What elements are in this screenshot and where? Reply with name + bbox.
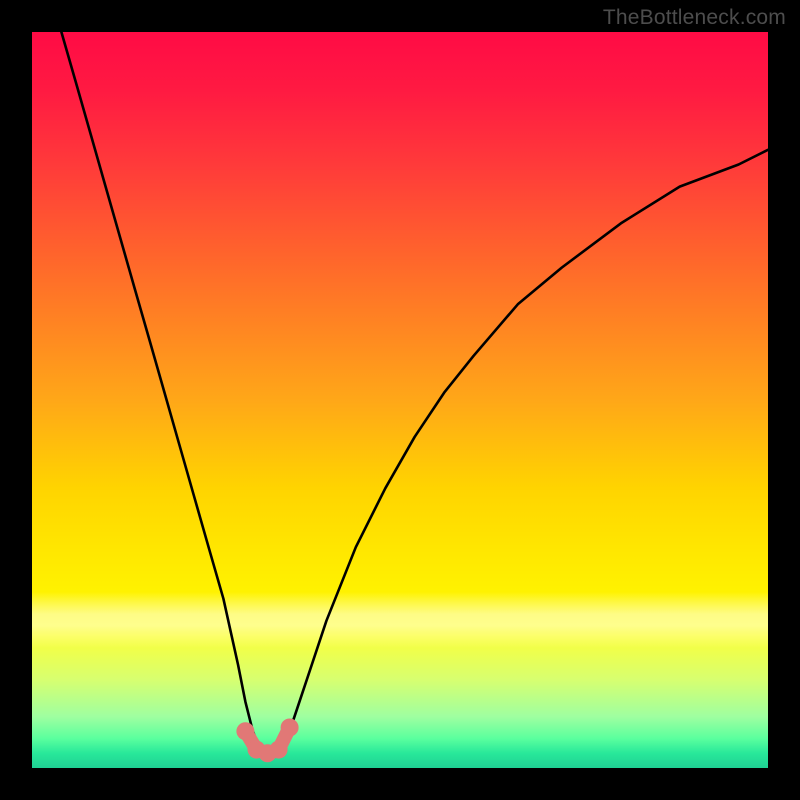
plot-area: [32, 32, 768, 768]
bottleneck-curve: [61, 32, 768, 753]
trough-marker-4: [270, 741, 288, 759]
curve-layer: [32, 32, 768, 768]
trough-markers: [236, 719, 298, 763]
trough-marker-1: [236, 722, 254, 740]
attribution-text: TheBottleneck.com: [603, 6, 786, 30]
trough-marker-5: [281, 719, 299, 737]
chart-frame: TheBottleneck.com: [0, 0, 800, 800]
